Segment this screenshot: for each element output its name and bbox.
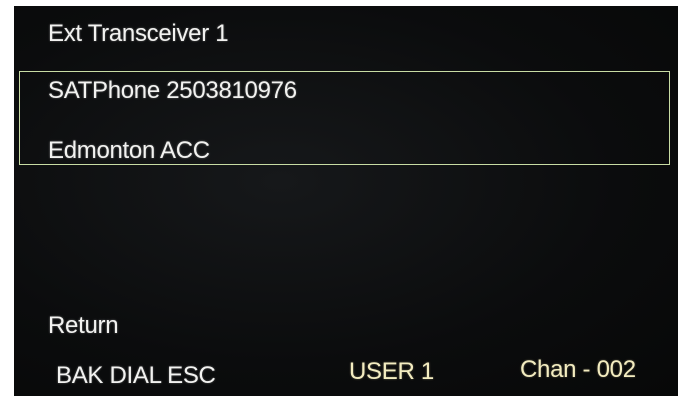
- softkey-labels[interactable]: BAK DIAL ESC: [56, 362, 216, 390]
- contact-name[interactable]: Edmonton ACC: [48, 137, 210, 165]
- display-screen: Ext Transceiver 1 SATPhone 2503810976 Ed…: [14, 6, 678, 396]
- channel-indicator: Chan - 002: [520, 356, 636, 383]
- contact-number[interactable]: SATPhone 2503810976: [48, 77, 297, 105]
- screen-title: Ext Transceiver 1: [48, 20, 229, 47]
- user-indicator: USER 1: [349, 358, 434, 385]
- return-option[interactable]: Return: [48, 312, 119, 340]
